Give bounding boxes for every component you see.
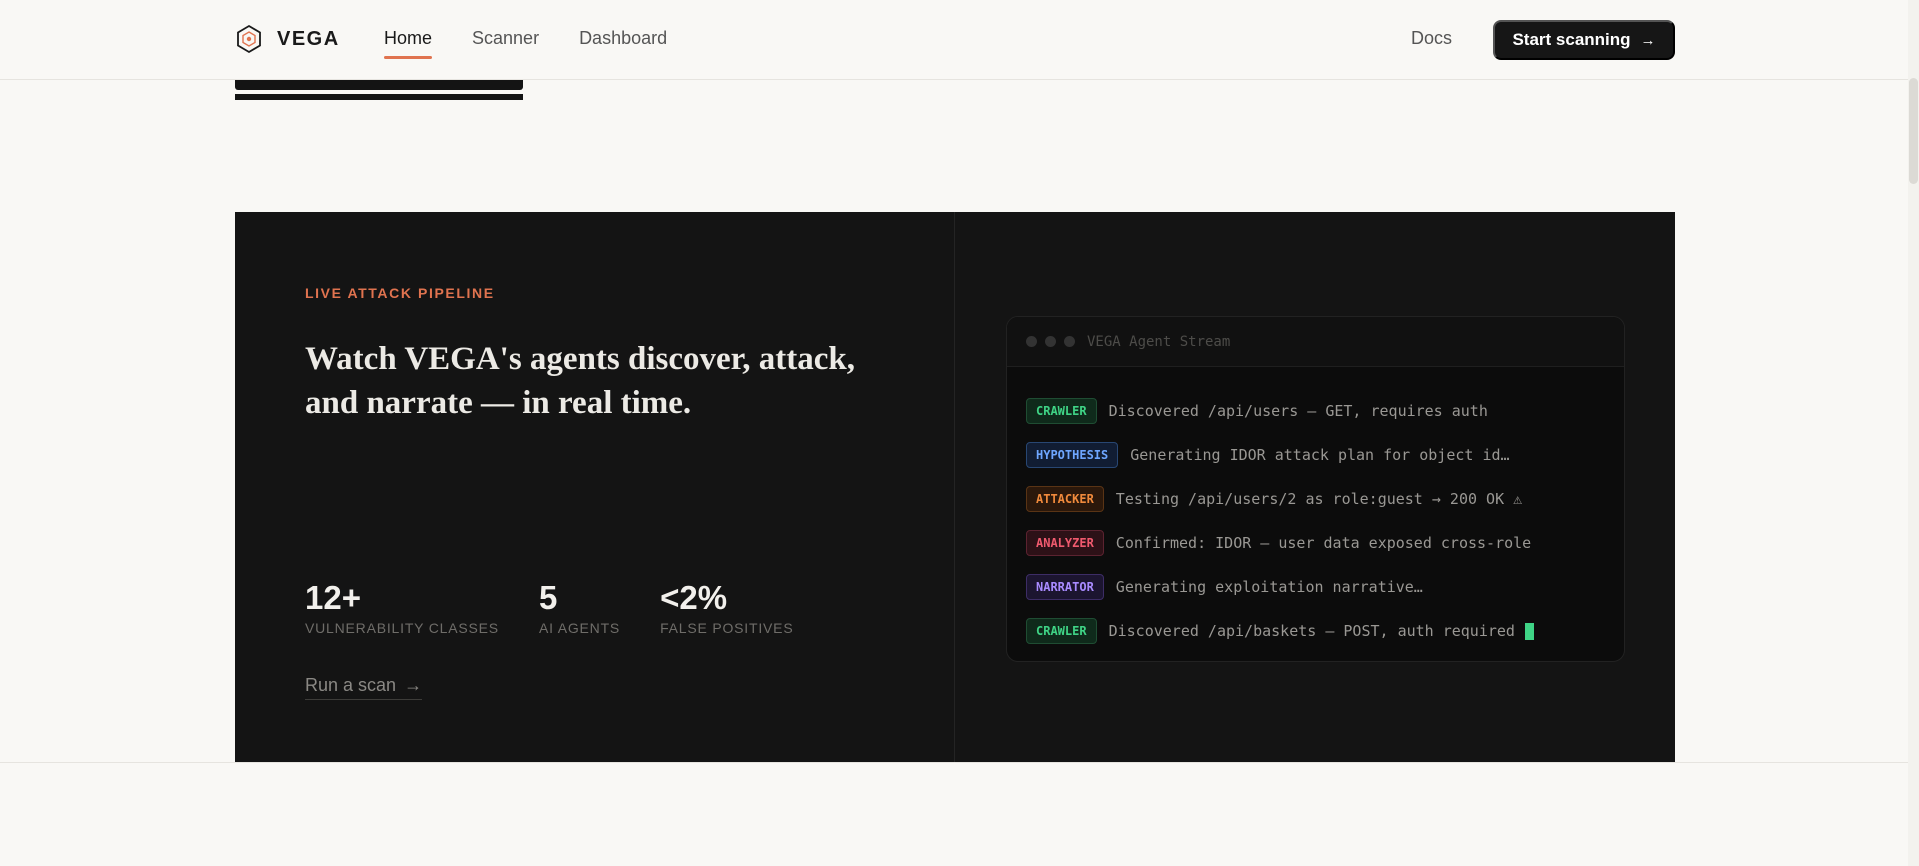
stream-line: ANALYZER Confirmed: IDOR — user data exp…: [1026, 521, 1605, 565]
stream-message: Discovered /api/baskets — POST, auth req…: [1108, 622, 1515, 640]
stat-ai-agents: 5 AI AGENTS: [538, 579, 621, 637]
stream-line: HYPOTHESIS Generating IDOR attack plan f…: [1026, 433, 1605, 477]
stat-false-positives: <2% FALSE POSITIVES: [660, 579, 794, 637]
primary-nav: Home Scanner Dashboard: [384, 28, 667, 59]
start-scanning-button[interactable]: Start scanning →: [1493, 20, 1675, 60]
stream-message: Generating IDOR attack plan for object i…: [1130, 446, 1510, 464]
terminal-title: VEGA Agent Stream: [1087, 333, 1231, 350]
hero-heading-cropped: [235, 80, 523, 102]
agent-tag-crawler: CRAWLER: [1026, 398, 1097, 424]
stream-line: NARRATOR Generating exploitation narrati…: [1026, 565, 1605, 609]
stream-line: CRAWLER Discovered /api/users — GET, req…: [1026, 389, 1605, 433]
run-a-scan-label: Run a scan: [305, 675, 397, 695]
nav-link-dashboard[interactable]: Dashboard: [579, 28, 667, 59]
arrow-right-icon: →: [1640, 31, 1656, 49]
terminal-header: VEGA Agent Stream: [1007, 317, 1624, 367]
docs-link[interactable]: Docs: [1411, 28, 1452, 49]
stat-value: <2%: [660, 579, 728, 616]
agent-tag-narrator: NARRATOR: [1026, 574, 1104, 600]
terminal-body: CRAWLER Discovered /api/users — GET, req…: [1007, 367, 1624, 653]
window-dot-icon: [1026, 336, 1037, 347]
stat-label: AI AGENTS: [538, 620, 621, 636]
agent-tag-attacker: ATTACKER: [1026, 486, 1104, 512]
terminal-cursor-icon: [1524, 622, 1534, 640]
agent-tag-analyzer: ANALYZER: [1026, 530, 1104, 556]
stat-vulnerability-classes: 12+ VULNERABILITY CLASSES: [305, 579, 499, 637]
nav-link-home[interactable]: Home: [384, 28, 433, 59]
top-nav: VEGA Home Scanner Dashboard Docs Start s…: [0, 0, 1908, 80]
stream-message: Testing /api/users/2 as role:guest → 200…: [1115, 490, 1523, 508]
stream-line: ATTACKER Testing /api/users/2 as role:gu…: [1026, 477, 1605, 521]
stream-message: Generating exploitation narrative…: [1115, 578, 1423, 596]
pipeline-terminal-panel: VEGA Agent Stream CRAWLER Discovered /ap…: [955, 212, 1675, 762]
agent-tag-crawler: CRAWLER: [1026, 618, 1097, 644]
arrow-right-icon: →: [404, 675, 423, 695]
stat-label: FALSE POSITIVES: [660, 620, 794, 636]
pipeline-intro: LIVE ATTACK PIPELINE Watch VEGA's agents…: [235, 212, 955, 762]
stat-value: 12+: [305, 579, 361, 616]
live-attack-pipeline-section: LIVE ATTACK PIPELINE Watch VEGA's agents…: [235, 212, 1675, 762]
stat-label: VULNERABILITY CLASSES: [305, 620, 499, 636]
hexagon-logo-icon: [237, 24, 261, 54]
section-headline: Watch VEGA's agents discover, attack, an…: [305, 341, 856, 421]
nav-link-scanner[interactable]: Scanner: [472, 28, 539, 59]
section-divider: [0, 762, 1908, 763]
section-eyebrow: LIVE ATTACK PIPELINE: [305, 285, 495, 301]
brand-name: VEGA: [277, 27, 340, 50]
run-a-scan-link[interactable]: Run a scan →: [305, 675, 423, 700]
agent-tag-hypothesis: HYPOTHESIS: [1026, 442, 1119, 468]
stream-message: Confirmed: IDOR — user data exposed cros…: [1115, 534, 1532, 552]
stream-message: Discovered /api/users — GET, requires au…: [1108, 402, 1488, 420]
stat-value: 5: [538, 579, 558, 616]
stream-line: CRAWLER Discovered /api/baskets — POST, …: [1026, 609, 1605, 653]
stats-row: 12+ VULNERABILITY CLASSES 5 AI AGENTS <2…: [305, 579, 833, 637]
brand[interactable]: VEGA: [235, 24, 340, 54]
start-scanning-label: Start scanning: [1512, 30, 1631, 49]
page-scrollbar[interactable]: [1908, 0, 1919, 866]
agent-stream-terminal: VEGA Agent Stream CRAWLER Discovered /ap…: [1006, 316, 1625, 662]
window-dot-icon: [1064, 336, 1075, 347]
window-dot-icon: [1045, 336, 1056, 347]
scrollbar-thumb[interactable]: [1909, 78, 1918, 184]
